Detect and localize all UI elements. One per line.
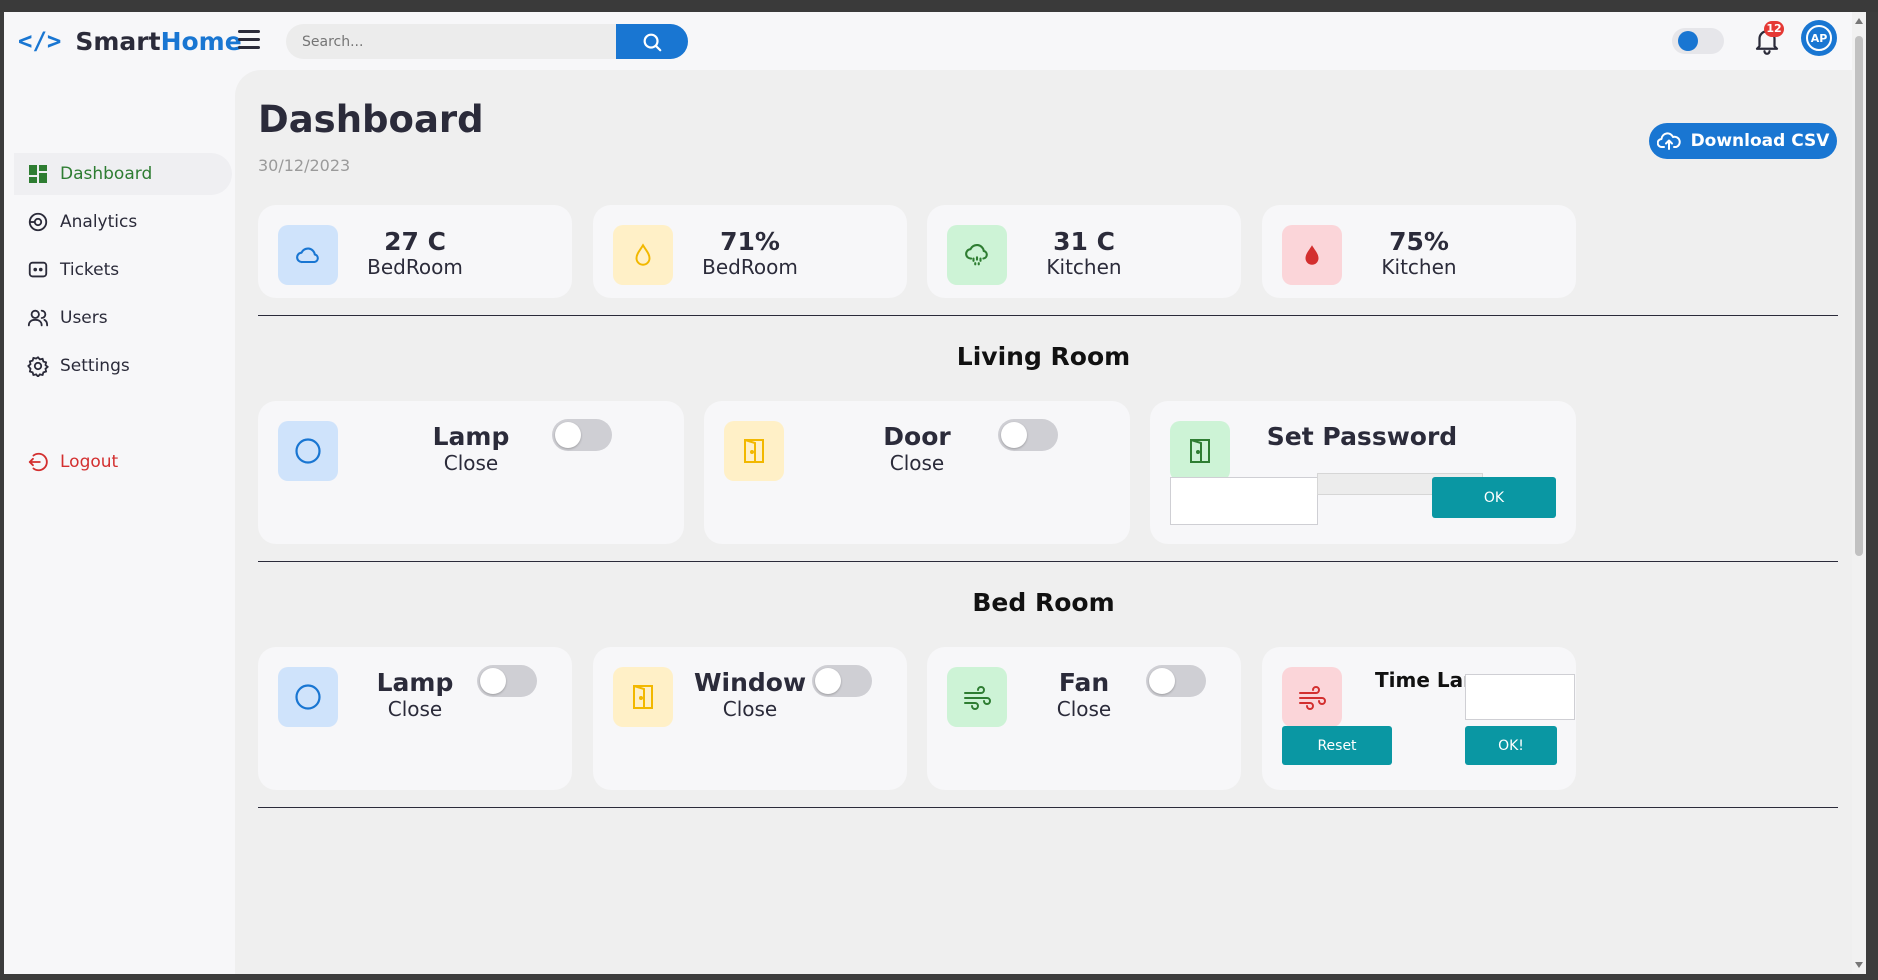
- time-lamp-card: Time Lamp Reset OK!: [1262, 647, 1576, 790]
- password-ok-button[interactable]: OK: [1432, 477, 1556, 518]
- lamp-toggle-switch[interactable]: [552, 419, 612, 451]
- sidebar-item-label: Tickets: [60, 260, 120, 280]
- app-window: </> SmartHome 12 AP Dashboard: [4, 12, 1866, 974]
- section-divider: [258, 807, 1838, 808]
- password-input[interactable]: [1170, 477, 1318, 525]
- switch-knob: [555, 422, 581, 448]
- section-title-bed-room: Bed Room: [972, 588, 1115, 617]
- device-card-living-lamp: Lamp Close: [258, 401, 684, 544]
- device-card-bed-fan: Fan Close: [927, 647, 1241, 790]
- stat-label: BedRoom: [702, 255, 798, 279]
- users-icon: [26, 306, 50, 330]
- sidebar-item-label: Dashboard: [60, 164, 153, 184]
- search-icon: [643, 33, 662, 51]
- door-icon: [1170, 421, 1230, 481]
- avatar-initials: AP: [1806, 25, 1832, 51]
- device-state: Close: [387, 697, 443, 721]
- scroll-down-arrow-icon[interactable]: [1855, 962, 1863, 968]
- cloud-upload-icon: [1656, 132, 1681, 150]
- switch-knob: [1001, 422, 1027, 448]
- stat-value: 75%: [1389, 227, 1449, 256]
- brand-logo[interactable]: </> Smart Home: [18, 26, 242, 56]
- sidebar-item-dashboard[interactable]: Dashboard: [14, 153, 232, 195]
- theme-toggle[interactable]: [1672, 28, 1724, 54]
- stat-label: Kitchen: [1381, 255, 1457, 279]
- settings-icon: [26, 354, 50, 378]
- section-title-living-room: Living Room: [956, 342, 1131, 371]
- main-content: Dashboard 30/12/2023 Download CSV 27 C B…: [235, 70, 1852, 974]
- sidebar: Dashboard Analytics Tickets Users Settin…: [4, 70, 234, 974]
- theme-toggle-knob: [1678, 31, 1698, 51]
- stat-label: Kitchen: [1046, 255, 1122, 279]
- search-bar: [286, 24, 688, 59]
- stat-card-kitchen-temp: 31 C Kitchen: [927, 205, 1241, 298]
- vertical-scrollbar[interactable]: [1852, 12, 1866, 974]
- sidebar-item-tickets[interactable]: Tickets: [14, 249, 232, 291]
- password-title: Set Password: [1266, 422, 1458, 451]
- lamp-toggle-switch[interactable]: [477, 665, 537, 697]
- device-state: Close: [1056, 697, 1112, 721]
- stat-card-bedroom-humidity: 71% BedRoom: [593, 205, 907, 298]
- device-state: Close: [889, 451, 945, 475]
- sidebar-item-analytics[interactable]: Analytics: [14, 201, 232, 243]
- device-state: Close: [443, 451, 499, 475]
- user-avatar[interactable]: AP: [1801, 20, 1837, 56]
- switch-knob: [1149, 668, 1175, 694]
- time-lamp-input[interactable]: [1465, 674, 1575, 720]
- device-card-bed-window: Window Close: [593, 647, 907, 790]
- switch-knob: [480, 668, 506, 694]
- hamburger-menu-icon[interactable]: [238, 30, 260, 50]
- section-divider: [258, 561, 1838, 562]
- device-card-living-door: Door Close: [704, 401, 1130, 544]
- device-state: Close: [722, 697, 778, 721]
- download-csv-button[interactable]: Download CSV: [1649, 123, 1837, 159]
- browser-chrome: [0, 0, 1878, 12]
- fan-toggle-switch[interactable]: [1146, 665, 1206, 697]
- stat-label: BedRoom: [367, 255, 463, 279]
- window-toggle-switch[interactable]: [812, 665, 872, 697]
- sidebar-item-label: Settings: [60, 356, 130, 376]
- top-header: </> SmartHome 12 AP: [4, 12, 1866, 70]
- switch-knob: [815, 668, 841, 694]
- device-name: Lamp: [432, 422, 510, 451]
- time-lamp-ok-button[interactable]: OK!: [1465, 726, 1557, 765]
- time-lamp-reset-button[interactable]: Reset: [1282, 726, 1392, 765]
- search-input[interactable]: [286, 24, 616, 59]
- stat-value: 31 C: [1053, 227, 1115, 256]
- logout-icon: [26, 450, 50, 474]
- brand-home: Home: [160, 26, 242, 56]
- code-icon: </>: [18, 27, 62, 55]
- wind-icon: [1282, 667, 1342, 727]
- tickets-icon: [26, 258, 50, 282]
- page-date: 30/12/2023: [258, 156, 351, 175]
- section-divider: [258, 315, 1838, 316]
- sidebar-item-users[interactable]: Users: [14, 297, 232, 339]
- logout-label: Logout: [60, 452, 119, 472]
- sidebar-item-settings[interactable]: Settings: [14, 345, 232, 387]
- scroll-up-arrow-icon[interactable]: [1855, 18, 1863, 24]
- download-csv-label: Download CSV: [1690, 131, 1830, 151]
- circle-icon: [278, 421, 338, 481]
- password-card: Set Password OK: [1150, 401, 1576, 544]
- brand-smart: Smart: [75, 26, 161, 56]
- analytics-icon: [26, 210, 50, 234]
- search-button[interactable]: [616, 24, 688, 59]
- dashboard-icon: [26, 162, 50, 186]
- page-title: Dashboard: [258, 98, 484, 141]
- notification-badge: 12: [1764, 21, 1784, 37]
- stat-card-kitchen-humidity: 75% Kitchen: [1262, 205, 1576, 298]
- sidebar-item-label: Analytics: [60, 212, 138, 232]
- device-name: Door: [883, 422, 951, 451]
- device-card-bed-lamp: Lamp Close: [258, 647, 572, 790]
- door-icon: [724, 421, 784, 481]
- sidebar-item-label: Users: [60, 308, 108, 328]
- logout-button[interactable]: Logout: [14, 441, 232, 483]
- stat-value: 27 C: [384, 227, 446, 256]
- stat-value: 71%: [720, 227, 780, 256]
- scrollbar-thumb[interactable]: [1855, 36, 1863, 556]
- door-toggle-switch[interactable]: [998, 419, 1058, 451]
- stat-card-bedroom-temp: 27 C BedRoom: [258, 205, 572, 298]
